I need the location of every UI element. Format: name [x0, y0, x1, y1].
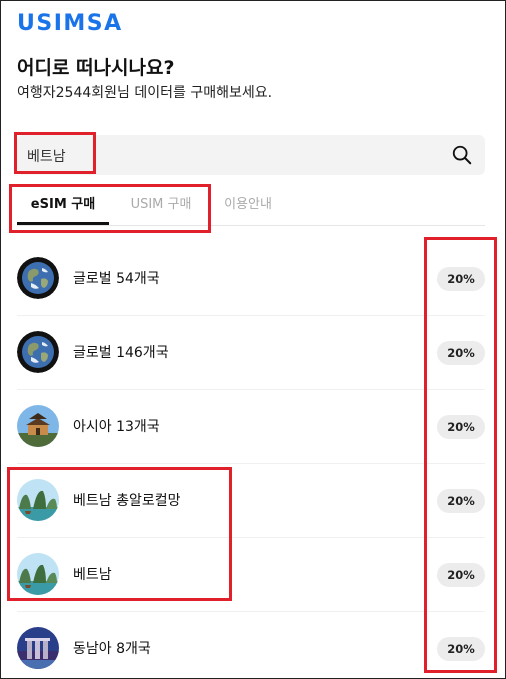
product-name: 동남아 8개국	[73, 641, 151, 657]
product-list: 글로벌 54개국 20% 글로벌 146개국 20% 아시아 13개국 20% …	[17, 242, 485, 678]
page-title: 어디로 떠나시나요?	[17, 57, 175, 79]
product-name: 아시아 13개국	[73, 419, 160, 435]
search-bar	[17, 135, 485, 177]
temple-icon	[17, 405, 59, 447]
tab-esim[interactable]: eSIM 구매	[17, 191, 109, 225]
product-name: 베트남 총알로컬망	[73, 493, 181, 509]
discount-badge: 20%	[437, 563, 485, 587]
list-item[interactable]: 아시아 13개국 20%	[17, 390, 485, 464]
list-item[interactable]: 베트남 총알로컬망 20%	[17, 464, 485, 538]
tab-usim[interactable]: USIM 구매	[117, 191, 205, 223]
search-input[interactable]	[25, 135, 429, 177]
app-frame: USIMSA 어디로 떠나시나요? 여행자2544회원님 데이터를 구매해보세요…	[0, 0, 506, 679]
purchase-tabs: eSIM 구매 USIM 구매 이용안내	[17, 191, 485, 226]
product-name: 글로벌 146개국	[73, 345, 169, 361]
page-subtitle: 여행자2544회원님 데이터를 구매해보세요.	[17, 85, 273, 101]
product-name: 글로벌 54개국	[73, 271, 160, 287]
marina-bay-icon	[17, 627, 59, 669]
discount-badge: 20%	[437, 267, 485, 291]
product-name: 베트남	[73, 567, 112, 583]
tab-guide[interactable]: 이용안내	[213, 191, 283, 223]
list-item[interactable]: 글로벌 54개국 20%	[17, 242, 485, 316]
globe-icon	[17, 257, 59, 299]
halong-bay-icon	[17, 479, 59, 521]
discount-badge: 20%	[437, 415, 485, 439]
halong-bay-icon	[17, 553, 59, 595]
discount-badge: 20%	[437, 637, 485, 661]
discount-badge: 20%	[437, 341, 485, 365]
list-item[interactable]: 동남아 8개국 20%	[17, 612, 485, 678]
list-item[interactable]: 글로벌 146개국 20%	[17, 316, 485, 390]
usimsa-logo[interactable]: USIMSA	[17, 11, 123, 36]
globe-icon	[17, 331, 59, 373]
search-icon[interactable]	[451, 144, 473, 166]
discount-badge: 20%	[437, 489, 485, 513]
list-item[interactable]: 베트남 20%	[17, 538, 485, 612]
